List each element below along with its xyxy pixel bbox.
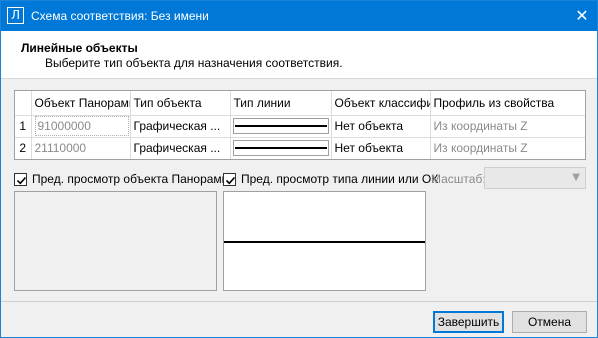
dialog-window: Л Схема соответствия: Без имени ✕ Линейн… bbox=[0, 0, 598, 338]
cancel-button[interactable]: Отмена bbox=[512, 311, 587, 333]
chevron-down-icon: ▼ bbox=[572, 172, 580, 183]
line-type-preview bbox=[223, 191, 426, 291]
row-number: 1 bbox=[15, 115, 32, 138]
scale-select[interactable]: ▼ bbox=[484, 167, 586, 189]
header-title: Линейные объекты bbox=[21, 41, 138, 55]
checkmark-icon bbox=[16, 176, 27, 184]
column-header-rownum bbox=[15, 91, 32, 116]
table-row[interactable]: 2 21110000 Графическая ... Нет объекта И… bbox=[15, 137, 585, 159]
preview-line-option[interactable]: Пред. просмотр типа линии или ОК bbox=[223, 171, 438, 187]
column-header-panorama-object[interactable]: Объект Панорамы bbox=[31, 91, 131, 116]
preview-line-label: Пред. просмотр типа линии или ОК bbox=[241, 172, 439, 186]
line-type-swatch bbox=[232, 140, 329, 156]
line-type-cell[interactable] bbox=[230, 115, 332, 138]
column-header-object-type[interactable]: Тип объекта bbox=[130, 91, 231, 116]
preview-line bbox=[224, 241, 425, 243]
preview-line-checkbox[interactable] bbox=[223, 172, 236, 186]
checkmark-icon bbox=[225, 176, 236, 184]
preview-object-option[interactable]: Пред. просмотр объекта Панорамы bbox=[14, 171, 230, 187]
line-type-cell[interactable] bbox=[230, 137, 332, 159]
mapping-table[interactable]: Объект Панорамы Тип объекта Тип линии Об… bbox=[14, 90, 586, 160]
window-title: Схема соответствия: Без имени bbox=[31, 9, 209, 23]
table-header-row: Объект Панорамы Тип объекта Тип линии Об… bbox=[15, 91, 585, 116]
profile-cell[interactable]: Из координаты Z bbox=[430, 137, 585, 159]
column-header-profile[interactable]: Профиль из свойства bbox=[430, 91, 585, 116]
profile-cell[interactable]: Из координаты Z bbox=[430, 115, 585, 138]
line-type-swatch bbox=[232, 118, 329, 134]
table-row[interactable]: 1 91000000 Графическая ... Нет объекта И… bbox=[15, 115, 585, 138]
title-bar[interactable]: Л Схема соответствия: Без имени ✕ bbox=[1, 1, 597, 31]
preview-object-label: Пред. просмотр объекта Панорамы bbox=[32, 172, 231, 186]
panorama-object-code: 91000000 bbox=[34, 116, 129, 136]
column-header-classifier-object[interactable]: Объект классификатора bbox=[331, 91, 431, 116]
object-type-cell[interactable]: Графическая ... bbox=[130, 137, 231, 159]
finish-button[interactable]: Завершить bbox=[433, 311, 504, 333]
object-type-cell[interactable]: Графическая ... bbox=[130, 115, 231, 138]
column-header-line-type[interactable]: Тип линии bbox=[230, 91, 332, 116]
classifier-object-cell[interactable]: Нет объекта bbox=[331, 137, 431, 159]
preview-object-checkbox[interactable] bbox=[14, 172, 27, 186]
classifier-object-cell[interactable]: Нет объекта bbox=[331, 115, 431, 138]
header-subtitle: Выберите тип объекта для назначения соот… bbox=[45, 56, 343, 70]
scale-label: Масштаб: bbox=[431, 172, 486, 186]
panorama-object-cell[interactable]: 21110000 bbox=[31, 137, 131, 159]
close-button[interactable]: ✕ bbox=[567, 1, 597, 31]
row-number: 2 bbox=[15, 137, 32, 159]
wizard-header: Линейные объекты Выберите тип объекта дл… bbox=[1, 31, 597, 79]
footer-separator bbox=[1, 301, 597, 302]
panorama-object-cell[interactable]: 91000000 bbox=[31, 115, 131, 138]
panorama-object-preview bbox=[14, 191, 217, 291]
app-icon: Л bbox=[7, 7, 24, 24]
